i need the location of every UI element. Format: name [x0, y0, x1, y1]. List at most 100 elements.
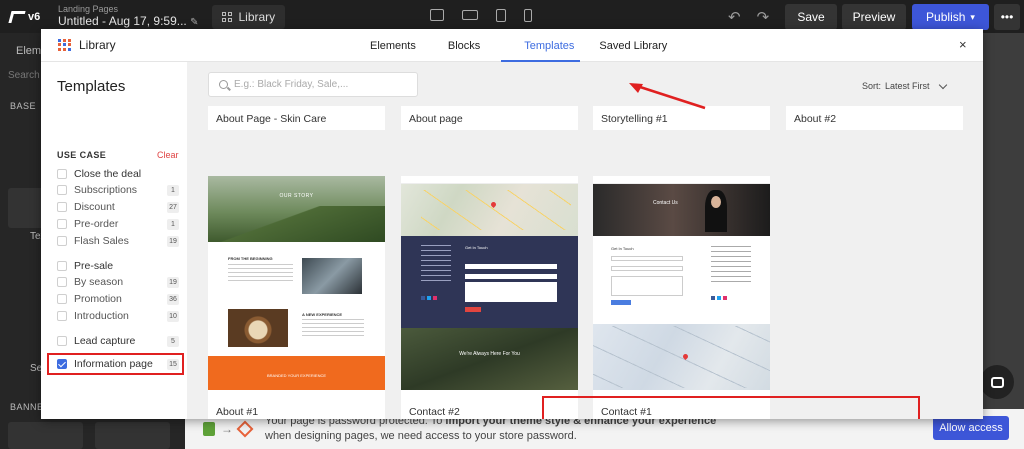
search-input[interactable]: [234, 79, 404, 90]
filter-count: 27: [167, 201, 179, 213]
sort-value: Latest First: [885, 81, 930, 91]
checkbox[interactable]: [57, 169, 67, 179]
desktop-icon[interactable]: [430, 9, 444, 21]
filter-promotion[interactable]: Promotion 36: [57, 291, 182, 307]
notice-line2: when designing pages, we need access to …: [265, 430, 577, 442]
grid-icon: [222, 11, 233, 22]
chevron-down-icon: [938, 80, 947, 89]
gempages-icon: [236, 420, 254, 438]
tab-saved-library[interactable]: Saved Library: [584, 29, 682, 62]
template-thumbnail: OUR STORY FROM THE BEGINNING A NEW EXPER…: [208, 176, 385, 390]
version-label: v6: [28, 10, 41, 23]
template-card-about-page[interactable]: About page: [401, 106, 578, 130]
filter-close-the-deal[interactable]: Close the deal: [57, 166, 182, 182]
allow-access-button[interactable]: Allow access: [933, 416, 1009, 440]
checkbox[interactable]: [57, 219, 67, 229]
filters-title: Templates: [57, 78, 126, 95]
checkbox[interactable]: [57, 261, 67, 271]
checkbox[interactable]: [57, 236, 67, 246]
template-filters: Templates USE CASE Clear Close the deal …: [41, 62, 187, 419]
mobile-icon[interactable]: [524, 9, 532, 22]
logo-icon: [8, 10, 26, 23]
sidebar-tile[interactable]: [95, 422, 170, 449]
template-card-about-1[interactable]: OUR STORY FROM THE BEGINNING A NEW EXPER…: [208, 176, 385, 419]
thumb-footer-text: BRANDED YOUR EXPERIENCE: [266, 373, 327, 378]
thumb-hero-text: OUR STORY: [279, 193, 314, 199]
app-logo[interactable]: v6: [0, 10, 46, 23]
filter-label: Flash Sales: [74, 235, 129, 247]
more-button[interactable]: •••: [994, 4, 1020, 30]
clear-filters-link[interactable]: Clear: [157, 150, 179, 160]
filter-label: Pre-sale: [74, 260, 114, 272]
checkbox[interactable]: [57, 294, 67, 304]
filter-pre-order[interactable]: Pre-order 1: [57, 216, 182, 232]
filter-label: Subscriptions: [74, 184, 138, 196]
filter-pre-sale[interactable]: Pre-sale: [57, 258, 182, 274]
page-title[interactable]: Untitled - Aug 17, 9:59... ✎: [58, 13, 198, 28]
sidebar-tile[interactable]: [8, 422, 83, 449]
template-card-label: About #1: [216, 406, 259, 418]
search-icon: [219, 80, 228, 89]
checkbox[interactable]: [57, 311, 67, 321]
chat-icon: [990, 376, 1004, 388]
template-thumbnail: Get In Touch We're Always Here For You: [401, 176, 578, 390]
filter-discount[interactable]: Discount 27: [57, 199, 182, 215]
chat-button[interactable]: [980, 365, 1014, 399]
tab-elements[interactable]: Elements: [355, 29, 431, 62]
shopify-icon: [203, 422, 215, 436]
templates-content: Sort: Latest First About Page - Skin Car…: [187, 62, 983, 419]
filter-lead-capture[interactable]: Lead capture 5: [57, 333, 182, 349]
breadcrumb: Landing Pages Untitled - Aug 17, 9:59...…: [58, 4, 198, 28]
thumb-hero-text: Contact Us: [653, 200, 678, 206]
library-button[interactable]: Library: [212, 4, 286, 29]
filter-introduction[interactable]: Introduction 10: [57, 308, 182, 324]
template-card-label: Contact #2: [409, 406, 460, 418]
filter-label: Introduction: [74, 310, 129, 322]
library-tabs: Elements Blocks Templates Saved Library: [355, 29, 682, 62]
sidebar-search-label[interactable]: Search: [8, 70, 40, 81]
template-thumbnail: Contact Us Get In Touch: [593, 176, 770, 390]
modal-title: Library: [79, 38, 116, 52]
template-card-about-page-skin-care[interactable]: About Page - Skin Care: [208, 106, 385, 130]
filter-label: Promotion: [74, 293, 122, 305]
publish-button[interactable]: Publish ▾: [912, 4, 989, 30]
library-logo-icon: [58, 39, 72, 51]
undo-icon[interactable]: ↶: [728, 8, 741, 26]
filter-count: 5: [167, 335, 179, 347]
redo-icon[interactable]: ↷: [757, 8, 770, 26]
edit-pencil-icon[interactable]: ✎: [190, 17, 198, 28]
tablet-icon[interactable]: [496, 9, 506, 22]
tab-blocks[interactable]: Blocks: [431, 29, 497, 62]
checkbox[interactable]: [57, 277, 67, 287]
thumb-form-title: Get In Touch: [465, 245, 488, 250]
template-search: [208, 72, 418, 97]
checkbox[interactable]: [57, 185, 67, 195]
filter-count: 1: [167, 218, 179, 230]
template-card-about-2[interactable]: About #2: [786, 106, 963, 130]
filter-flash-sales[interactable]: Flash Sales 19: [57, 233, 182, 249]
filter-count: 1: [167, 184, 179, 196]
chevron-down-icon: ▾: [970, 11, 975, 22]
preview-button[interactable]: Preview: [842, 4, 906, 30]
annotation-highlight-box: [47, 353, 184, 375]
checkbox[interactable]: [57, 202, 67, 212]
tab-templates[interactable]: Templates: [497, 29, 584, 62]
laptop-icon[interactable]: [462, 10, 478, 20]
filter-label: Close the deal: [74, 168, 142, 180]
annotation-arrow: [629, 83, 706, 110]
sort-control[interactable]: Sort: Latest First: [862, 80, 947, 91]
thumb-banner-text: We're Always Here For You: [459, 351, 520, 357]
template-card-contact-2[interactable]: Get In Touch We're Always Here For You C…: [401, 176, 578, 419]
thumb-form-title: Get In Touch: [611, 246, 634, 251]
publish-button-label: Publish: [926, 10, 966, 24]
template-card-contact-1[interactable]: Contact Us Get In Touch Contact #1: [593, 176, 770, 419]
checkbox[interactable]: [57, 336, 67, 346]
filter-subscriptions[interactable]: Subscriptions 1: [57, 182, 182, 198]
sort-label: Sort:: [862, 81, 882, 91]
page-title-text: Untitled - Aug 17, 9:59...: [58, 13, 187, 28]
modal-header: Library Elements Blocks Templates Saved …: [41, 29, 983, 62]
save-button[interactable]: Save: [785, 4, 837, 30]
close-icon[interactable]: ×: [959, 37, 967, 52]
filter-count: 10: [167, 310, 179, 322]
filter-by-season[interactable]: By season 19: [57, 274, 182, 290]
